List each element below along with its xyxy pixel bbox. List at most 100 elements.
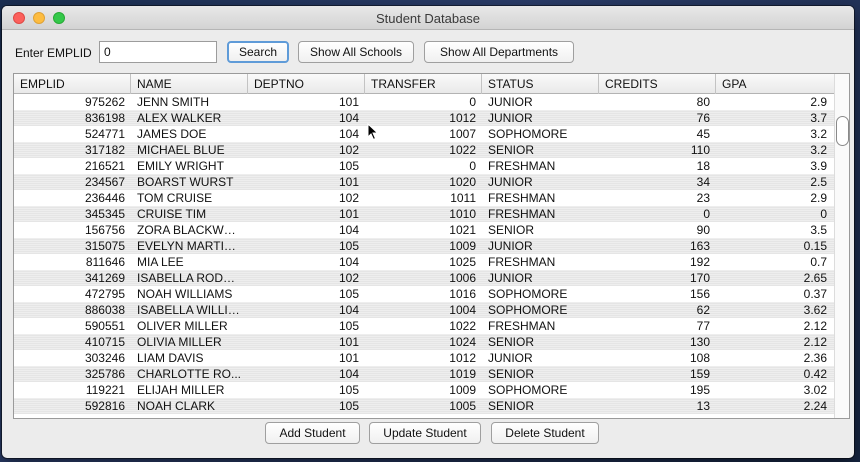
- cell-deptno: 105: [338, 159, 359, 173]
- cell-transfer: 1011: [450, 191, 476, 205]
- cell-name: NOAH CLARK: [137, 399, 216, 413]
- column-header-deptno[interactable]: DEPTNO: [248, 74, 365, 94]
- cell-deptno: 105: [338, 399, 359, 413]
- table-row[interactable]: 811646 MIA LEE 104 1025 FRESHMAN 192 0.7: [14, 254, 834, 270]
- cell-gpa: 3.2: [810, 143, 827, 157]
- column-header-gpa[interactable]: GPA: [716, 74, 834, 94]
- cell-status: SENIOR: [488, 143, 535, 157]
- cell-gpa: 2.24: [803, 399, 827, 413]
- table-row[interactable]: 341269 ISABELLA RODRI... 102 1006 JUNIOR 170 2…: [14, 270, 834, 286]
- cell-deptno: 105: [338, 239, 359, 253]
- cell-gpa: 3.02: [803, 383, 827, 397]
- table-row[interactable]: 236446 TOM CRUISE 102 1011 FRESHMAN 23 2.9: [14, 190, 834, 206]
- table-row[interactable]: 524771 JAMES DOE 104 1007 SOPHOMORE 45 3.2: [14, 126, 834, 142]
- cell-name: ELIJAH MILLER: [137, 383, 225, 397]
- cell-name: ALEX WALKER: [137, 111, 222, 125]
- cell-gpa: 2.36: [803, 351, 827, 365]
- cell-transfer: 1012: [449, 111, 476, 125]
- cell-transfer: 1005: [449, 399, 476, 413]
- cell-deptno: 104: [338, 367, 359, 381]
- cell-emplid: 315075: [84, 239, 125, 253]
- cell-credits: 76: [696, 111, 710, 125]
- cell-gpa: 2.12: [803, 335, 827, 349]
- cell-deptno: 104: [338, 111, 359, 125]
- search-button[interactable]: Search: [227, 41, 289, 63]
- cell-credits: 159: [689, 367, 710, 381]
- cell-deptno: 102: [338, 271, 359, 285]
- cell-credits: 62: [696, 303, 710, 317]
- cell-emplid: 317182: [84, 143, 125, 157]
- mouse-pointer-icon: [367, 123, 379, 141]
- table-row[interactable]: 836198 ALEX WALKER 104 1012 JUNIOR 76 3.7: [14, 110, 834, 126]
- cell-name: EMILY WRIGHT: [137, 159, 224, 173]
- update-student-button[interactable]: Update Student: [369, 422, 481, 444]
- table-row[interactable]: 317182 MICHAEL BLUE 102 1022 SENIOR 110 3.2: [14, 142, 834, 158]
- column-header-emplid[interactable]: EMPLID: [14, 74, 131, 94]
- column-header-transfer[interactable]: TRANSFER: [365, 74, 482, 94]
- table-row[interactable]: 592816 NOAH CLARK 105 1005 SENIOR 13 2.24: [14, 398, 834, 414]
- cell-deptno: 105: [338, 319, 359, 333]
- table-row[interactable]: 886038 ISABELLA WILLIAMS 104 1004 SOPHOMORE 6…: [14, 302, 834, 318]
- search-toolbar: Enter EMPLID Search Show All Schools Sho…: [2, 40, 854, 66]
- cell-emplid: 341269: [84, 271, 125, 285]
- cell-gpa: 3.2: [810, 127, 827, 141]
- table-row[interactable]: 315075 EVELYN MARTIN... 105 1009 JUNIOR 163 0.…: [14, 238, 834, 254]
- cell-deptno: 101: [338, 351, 359, 365]
- table-row[interactable]: 303246 LIAM DAVIS 101 1012 JUNIOR 108 2.36: [14, 350, 834, 366]
- cell-transfer: 1021: [449, 223, 476, 237]
- cell-emplid: 216521: [84, 159, 125, 173]
- cell-gpa: 3.9: [810, 159, 827, 173]
- cell-status: SENIOR: [488, 367, 535, 381]
- table-row[interactable]: 119221 ELIJAH MILLER 105 1009 SOPHOMORE 195 3.…: [14, 382, 834, 398]
- cell-status: JUNIOR: [488, 239, 533, 253]
- cell-transfer: 0: [469, 159, 476, 173]
- cell-transfer: 1012: [449, 351, 476, 365]
- table-row[interactable]: 590551 OLIVER MILLER 105 1022 FRESHMAN 77 2.12: [14, 318, 834, 334]
- cell-gpa: 3.5: [810, 223, 827, 237]
- cell-transfer: 0: [469, 95, 476, 109]
- delete-student-button[interactable]: Delete Student: [491, 422, 599, 444]
- emplid-input[interactable]: [99, 41, 217, 63]
- cell-credits: 80: [696, 95, 710, 109]
- add-student-button[interactable]: Add Student: [265, 422, 360, 444]
- table-row[interactable]: 216521 EMILY WRIGHT 105 0 FRESHMAN 18 3.9: [14, 158, 834, 174]
- table-row[interactable]: 472795 NOAH WILLIAMS 105 1016 SOPHOMORE 156 0.…: [14, 286, 834, 302]
- cell-emplid: 345345: [84, 207, 125, 221]
- cell-credits: 170: [689, 271, 710, 285]
- cell-status: SOPHOMORE: [488, 303, 568, 317]
- table-row[interactable]: 234567 BOARST WURST 101 1020 JUNIOR 34 2.5: [14, 174, 834, 190]
- cell-transfer: 1022: [449, 143, 476, 157]
- column-header-status[interactable]: STATUS: [482, 74, 599, 94]
- cell-gpa: 2.65: [803, 271, 827, 285]
- cell-transfer: 1007: [449, 127, 476, 141]
- cell-credits: 195: [689, 383, 710, 397]
- cell-name: LIAM DAVIS: [137, 351, 204, 365]
- table-row[interactable]: 156756 ZORA BLACKWO... 104 1021 SENIOR 90 3.5: [14, 222, 834, 238]
- column-header-name[interactable]: NAME: [131, 74, 248, 94]
- show-all-schools-button[interactable]: Show All Schools: [298, 41, 414, 63]
- table-header: EMPLID NAME DEPTNO TRANSFER STATUS CREDI…: [14, 74, 834, 94]
- show-all-departments-button[interactable]: Show All Departments: [424, 41, 574, 63]
- table-row[interactable]: 345345 CRUISE TIM 101 1010 FRESHMAN 0 0: [14, 206, 834, 222]
- cell-credits: 18: [696, 159, 710, 173]
- cell-status: FRESHMAN: [488, 319, 556, 333]
- cell-gpa: 3.62: [803, 303, 827, 317]
- cell-emplid: 975262: [84, 95, 125, 109]
- column-header-credits[interactable]: CREDITS: [599, 74, 716, 94]
- cell-gpa: 2.5: [810, 175, 827, 189]
- title-bar: Student Database: [2, 6, 854, 30]
- table-row[interactable]: 410715 OLIVIA MILLER 101 1024 SENIOR 130 2.12: [14, 334, 834, 350]
- vertical-scrollbar[interactable]: [834, 74, 849, 418]
- cell-gpa: 0.42: [803, 367, 827, 381]
- cell-credits: 192: [689, 255, 710, 269]
- cell-gpa: 3.7: [810, 111, 827, 125]
- cell-emplid: 811646: [85, 255, 125, 269]
- cell-status: FRESHMAN: [488, 191, 556, 205]
- cell-transfer: 1025: [449, 255, 476, 269]
- table-row[interactable]: 975262 JENN SMITH 101 0 JUNIOR 80 2.9: [14, 94, 834, 110]
- table-row[interactable]: 325786 CHARLOTTE RO... 104 1019 SENIOR 159 0.4…: [14, 366, 834, 382]
- scrollbar-thumb[interactable]: [836, 116, 849, 146]
- cell-deptno: 105: [338, 287, 359, 301]
- cell-transfer: 1009: [449, 383, 476, 397]
- cell-name: JENN SMITH: [137, 95, 209, 109]
